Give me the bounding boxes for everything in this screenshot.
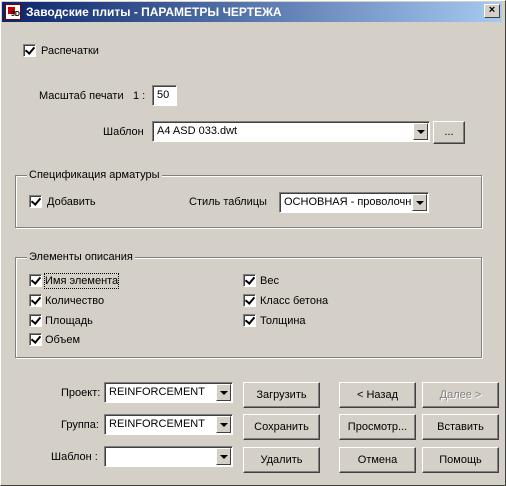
rebar-add-checkbox[interactable] (29, 195, 42, 208)
project-value: REINFORCEMENT (109, 386, 205, 398)
desc-item-concrete-class-checkbox[interactable] (243, 294, 256, 307)
help-button[interactable]: Помощь (422, 447, 499, 473)
desc-item-name-label: Имя элемента (43, 273, 120, 289)
desc-item-thickness-label: Толщина (260, 315, 306, 327)
group-value: REINFORCEMENT (109, 418, 205, 430)
print-template-select[interactable]: A4 ASD 033.dwt (152, 121, 430, 142)
desc-item-name-checkbox[interactable] (29, 274, 42, 287)
chevron-down-icon[interactable] (413, 123, 428, 140)
print-template-value: A4 ASD 033.dwt (157, 125, 238, 137)
table-style-select[interactable]: ОСНОВНАЯ - проволочн (279, 192, 429, 213)
project-label: Проект: (61, 387, 101, 399)
desc-item-quantity-label: Количество (45, 295, 105, 307)
print-scale-label: Масштаб печати (39, 90, 124, 102)
preview-button[interactable]: Просмотр... (339, 414, 416, 440)
chevron-down-icon[interactable] (216, 448, 231, 465)
save-button[interactable]: Сохранить (243, 414, 320, 440)
desc-item-concrete-class-label: Класс бетона (260, 295, 329, 307)
print-scale-input[interactable]: 50 (152, 85, 177, 106)
rebar-spec-group-title: Спецификация арматуры (27, 168, 162, 182)
desc-item-area-label: Площадь (45, 315, 93, 327)
title-bar[interactable]: Заводские плиты - ПАРАМЕТРЫ ЧЕРТЕЖА × (2, 2, 502, 22)
desc-item-weight-checkbox[interactable] (243, 274, 256, 287)
group-label: Группа: (61, 419, 99, 431)
close-button[interactable]: × (484, 4, 500, 18)
browse-template-button[interactable]: ... (433, 121, 465, 144)
delete-button[interactable]: Удалить (243, 447, 320, 473)
insert-button[interactable]: Вставить (422, 414, 499, 440)
footer-template-label: Шаблон : (51, 451, 98, 463)
desc-item-weight-label: Вес (260, 275, 279, 287)
print-scale-prefix: 1 : (133, 90, 146, 102)
print-checkbox[interactable] (23, 44, 36, 57)
app-icon (5, 4, 21, 20)
table-style-label: Стиль таблицы (189, 196, 267, 208)
cancel-button[interactable]: Отмена (339, 447, 416, 473)
chevron-down-icon[interactable] (216, 384, 231, 401)
desc-item-thickness-checkbox[interactable] (243, 314, 256, 327)
desc-item-quantity-checkbox[interactable] (29, 294, 42, 307)
desc-item-area-checkbox[interactable] (29, 314, 42, 327)
table-style-value: ОСНОВНАЯ - проволочн (284, 196, 412, 208)
project-select[interactable]: REINFORCEMENT (104, 382, 233, 403)
group-select[interactable]: REINFORCEMENT (104, 414, 233, 435)
print-checkbox-label: Распечатки (41, 45, 99, 57)
window-title: Заводские плиты - ПАРАМЕТРЫ ЧЕРТЕЖА (26, 5, 282, 19)
rebar-add-label: Добавить (47, 196, 96, 208)
footer-template-select[interactable] (104, 446, 233, 467)
load-button[interactable]: Загрузить (243, 382, 320, 408)
print-template-label: Шаблон (103, 126, 144, 138)
desc-item-volume-label: Объем (45, 334, 81, 346)
chevron-down-icon[interactable] (412, 194, 427, 211)
chevron-down-icon[interactable] (216, 416, 231, 433)
next-button[interactable]: Далее > (422, 382, 499, 408)
description-group-title: Элементы описания (27, 250, 135, 264)
desc-item-volume-checkbox[interactable] (29, 333, 42, 346)
back-button[interactable]: < Назад (339, 382, 416, 408)
